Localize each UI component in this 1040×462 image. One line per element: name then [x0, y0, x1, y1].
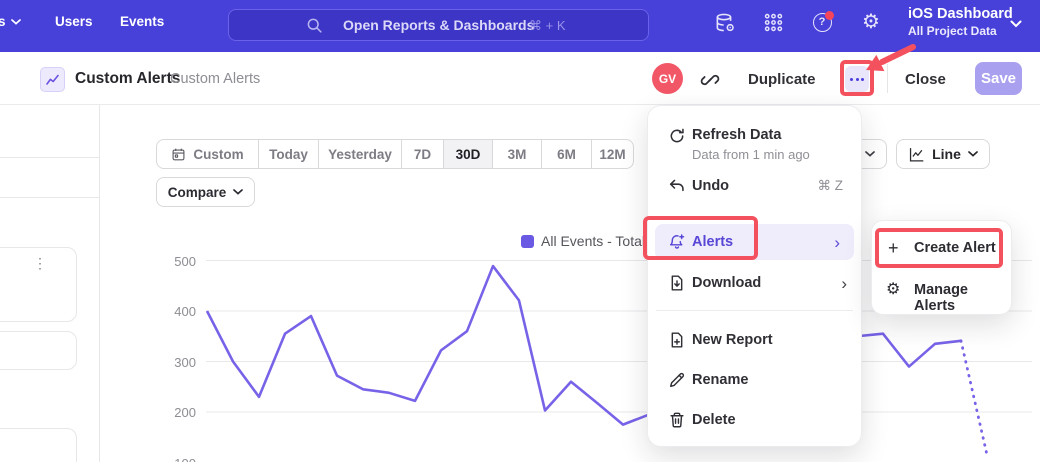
new-report-icon — [668, 331, 686, 349]
range-custom[interactable]: Custom — [157, 140, 258, 168]
undo-shortcut: ⌘ Z — [818, 178, 844, 194]
menu-item-refresh-data[interactable]: Refresh Data Data from 1 min ago — [648, 114, 861, 162]
project-selector[interactable]: iOS Dashboard All Project Data — [908, 6, 1013, 38]
download-icon — [668, 274, 686, 292]
mini-line-chart-icon — [45, 72, 60, 87]
search-icon — [306, 17, 323, 34]
submenu-chevron-icon: › — [841, 275, 847, 292]
more-options-button[interactable] — [845, 66, 869, 92]
app-window: All Events - Total 100 200 300 400 500 s Use… — [0, 0, 1040, 462]
undo-icon — [668, 177, 686, 195]
ellipsis-icon — [850, 78, 853, 81]
range-yesterday[interactable]: Yesterday — [318, 140, 401, 168]
settings-button[interactable]: ⚙ — [859, 10, 883, 34]
header-divider — [887, 64, 888, 93]
project-subtitle: All Project Data — [908, 24, 1013, 38]
line-chart-icon — [908, 146, 925, 163]
nav-item-events[interactable]: Events — [120, 14, 164, 29]
notification-dot — [825, 11, 834, 20]
bell-plus-icon — [668, 233, 686, 251]
submenu-item-create-alert[interactable]: + Create Alert — [872, 231, 1011, 267]
save-button[interactable]: Save — [975, 62, 1022, 95]
range-3m[interactable]: 3M — [492, 140, 541, 168]
more-options-menu: Refresh Data Data from 1 min ago Undo ⌘ … — [647, 105, 862, 447]
calendar-icon — [171, 147, 186, 162]
sidebar-card[interactable]: ⋮ — [0, 247, 77, 322]
menu-item-new-report[interactable]: New Report — [648, 322, 861, 358]
range-today[interactable]: Today — [258, 140, 318, 168]
link-icon — [700, 70, 720, 90]
compare-button[interactable]: Compare — [156, 177, 255, 207]
y-axis-label: 300 — [166, 355, 196, 370]
breadcrumb: Custom Alerts — [170, 71, 260, 87]
close-button[interactable]: Close — [905, 71, 946, 88]
database-gear-icon — [714, 12, 735, 33]
data-management-button[interactable] — [712, 10, 736, 34]
chevron-down-icon — [968, 151, 978, 157]
trash-icon — [668, 411, 686, 429]
sidebar-card[interactable] — [0, 428, 77, 462]
report-header: Custom Alerts Custom Alerts GV Duplicate… — [0, 52, 1040, 105]
menu-item-rename[interactable]: Rename — [648, 362, 861, 398]
submenu-chevron-icon: › — [834, 234, 840, 251]
avatar[interactable]: GV — [652, 63, 683, 94]
page-title: Custom Alerts — [75, 70, 180, 88]
menu-item-alerts[interactable]: Alerts › — [655, 224, 854, 260]
alerts-submenu: + Create Alert ⚙ Manage Alerts — [871, 220, 1012, 315]
nav-item-truncated[interactable]: s — [0, 14, 21, 29]
menu-item-undo[interactable]: Undo ⌘ Z — [648, 168, 861, 204]
sidebar-card[interactable] — [0, 331, 77, 370]
sidebar: ⋮ — [0, 105, 100, 462]
chart-type-button[interactable]: Line — [896, 139, 990, 169]
submenu-item-manage-alerts[interactable]: ⚙ Manage Alerts — [872, 273, 1011, 309]
chevron-down-icon — [11, 19, 21, 25]
range-6m[interactable]: 6M — [541, 140, 591, 168]
copy-link-button[interactable] — [700, 70, 720, 90]
nav-item-users[interactable]: Users — [55, 14, 93, 29]
search-shortcut: ⌘ + K — [529, 18, 566, 34]
top-nav: s Users Events Open Reports & Dashboards… — [0, 0, 1040, 52]
help-icon: ? — [813, 13, 832, 32]
duplicate-button[interactable]: Duplicate — [748, 71, 816, 88]
report-chart-icon — [40, 67, 65, 92]
chevron-down-icon[interactable] — [1010, 20, 1022, 28]
sidebar-divider — [0, 197, 99, 198]
refresh-icon — [668, 127, 686, 145]
gear-icon: ⚙ — [862, 12, 880, 32]
help-button[interactable]: ? — [810, 10, 834, 34]
y-axis-label: 500 — [166, 254, 196, 269]
refresh-status: Data from 1 min ago — [692, 147, 810, 162]
range-7d[interactable]: 7D — [401, 140, 443, 168]
range-30d-selected[interactable]: 30D — [443, 140, 492, 168]
y-axis-label: 200 — [166, 405, 196, 420]
search-input[interactable]: Open Reports & Dashboards ⌘ + K — [228, 9, 649, 41]
plus-icon: + — [888, 239, 906, 257]
menu-item-download[interactable]: Download › — [648, 265, 861, 301]
date-range-control: Custom Today Yesterday 7D 30D 3M 6M 12M — [156, 139, 634, 169]
y-axis-label: 400 — [166, 304, 196, 319]
y-axis-label: 100 — [166, 456, 196, 462]
menu-item-delete[interactable]: Delete — [648, 402, 861, 438]
apps-grid-button[interactable] — [761, 10, 785, 34]
legend-label: All Events - Total — [541, 233, 645, 249]
chevron-down-icon — [233, 189, 243, 195]
chevron-down-icon — [865, 151, 875, 157]
legend: All Events - Total — [521, 233, 645, 249]
project-title: iOS Dashboard — [908, 6, 1013, 22]
search-placeholder: Open Reports & Dashboards — [343, 17, 534, 33]
kebab-menu-icon[interactable]: ⋮ — [33, 256, 47, 271]
sidebar-divider — [0, 157, 99, 158]
menu-divider — [656, 310, 853, 311]
chart-line-dotted-segment — [961, 341, 987, 455]
legend-swatch — [521, 235, 534, 248]
pencil-icon — [668, 371, 686, 389]
grid-dots-icon — [763, 12, 784, 33]
range-12m[interactable]: 12M — [591, 140, 633, 168]
gear-icon: ⚙ — [886, 282, 904, 300]
